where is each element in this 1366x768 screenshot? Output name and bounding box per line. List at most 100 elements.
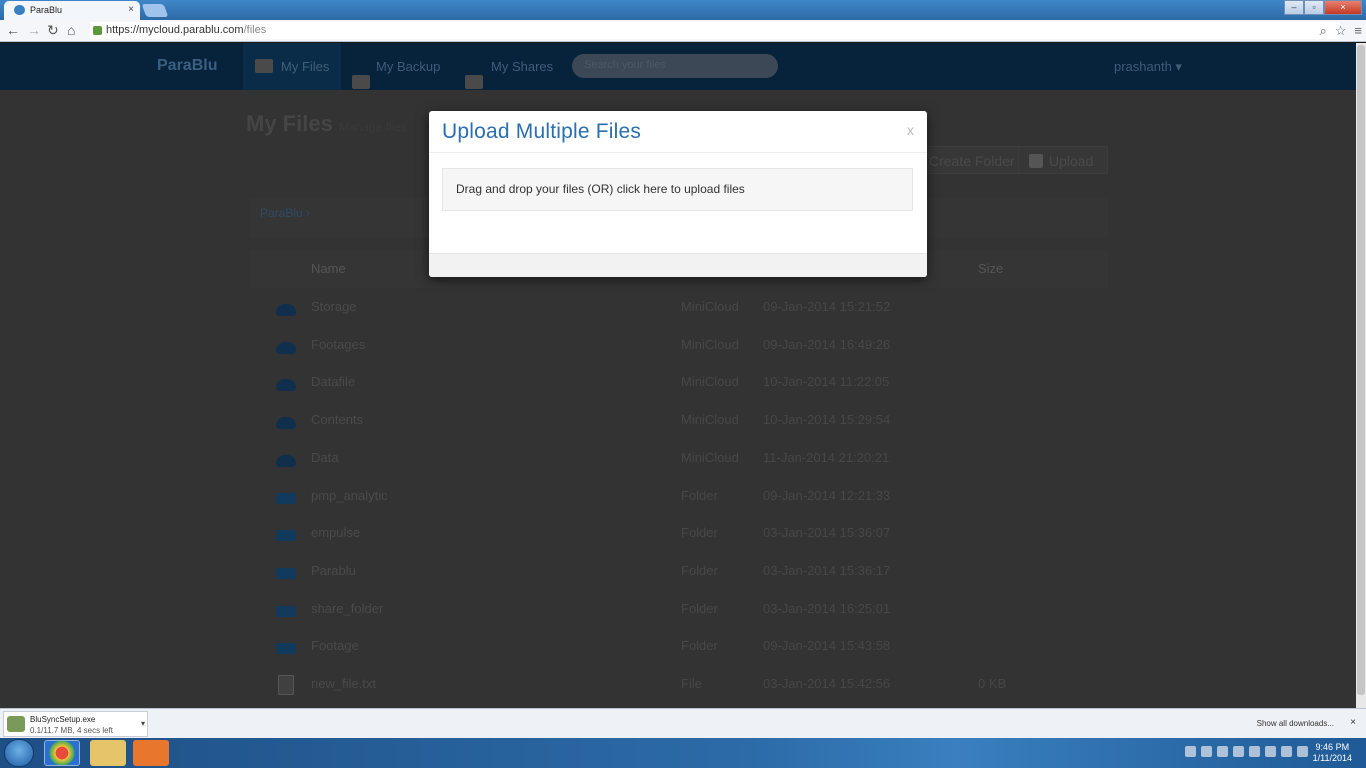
media-player-icon[interactable] <box>133 740 169 766</box>
file-icon <box>278 675 294 695</box>
column-name[interactable]: Name <box>311 261 346 276</box>
upload-label: Upload <box>1049 153 1094 169</box>
brand-logo[interactable]: ParaBlu <box>157 57 217 75</box>
network-icon[interactable] <box>1281 746 1292 757</box>
tab-close-icon[interactable]: × <box>128 4 134 15</box>
table-row[interactable]: new_file.txt File 03-Jan-2014 15:42:56 0 KB <box>250 665 1108 702</box>
table-row[interactable]: empulse Folder 03-Jan-2014 15:36:07 <box>250 514 1108 551</box>
modal-title: Upload Multiple Files <box>442 120 642 143</box>
reload-icon[interactable]: ↻ <box>47 23 59 37</box>
download-bar: BluSyncSetup.exe 0.1/11.7 MB, 4 secs lef… <box>0 708 1366 738</box>
row-name[interactable]: Footage <box>311 638 359 653</box>
create-folder-button[interactable]: Create Folder <box>918 146 1026 174</box>
row-date: 09-Jan-2014 12:21:33 <box>763 487 891 503</box>
system-clock[interactable]: 9:46 PM 1/11/2014 <box>1313 742 1352 764</box>
table-row[interactable]: Datafile MiniCloud 10-Jan-2014 11:22:05 <box>250 363 1108 400</box>
row-name[interactable]: new_file.txt <box>311 676 376 691</box>
page-title: My Files Manage files <box>246 111 407 137</box>
cloud-icon <box>276 379 296 392</box>
nav-my-backup[interactable]: My Backup <box>352 59 441 89</box>
scrollbar-thumb[interactable] <box>1357 45 1365 695</box>
row-date: 03-Jan-2014 15:36:17 <box>763 562 891 578</box>
modal-close-button[interactable]: x <box>907 122 914 138</box>
nav-my-files[interactable]: My Files <box>243 43 342 90</box>
file-explorer-icon[interactable] <box>90 740 126 766</box>
folder-icon <box>276 643 296 655</box>
cloud-icon <box>276 341 296 354</box>
speaker-icon[interactable] <box>1249 746 1260 757</box>
browser-tab[interactable]: ParaBlu × <box>4 1 140 20</box>
breadcrumb-root[interactable]: ParaBlu › <box>260 206 310 220</box>
nav-label: My Files <box>281 59 330 74</box>
nav-my-shares[interactable]: My Shares <box>465 59 554 89</box>
modal-footer <box>429 253 927 277</box>
minimize-button[interactable]: – <box>1284 0 1304 15</box>
row-name[interactable]: Datafile <box>311 374 355 389</box>
create-folder-label: Create Folder <box>929 153 1015 169</box>
row-name[interactable]: Parablu <box>311 563 356 578</box>
row-date: 03-Jan-2014 15:36:07 <box>763 525 891 541</box>
page-scrollbar[interactable] <box>1356 43 1366 708</box>
new-tab-button[interactable] <box>141 4 169 17</box>
windows-taskbar: 9:46 PM 1/11/2014 <box>0 738 1366 768</box>
upload-modal: Upload Multiple Files x Drag and drop yo… <box>429 111 927 277</box>
user-menu[interactable]: prashanth ▾ <box>1114 59 1182 75</box>
row-type: Folder <box>681 562 718 578</box>
table-row[interactable]: Contents MiniCloud 10-Jan-2014 15:29:54 <box>250 401 1108 438</box>
row-name[interactable]: Contents <box>311 412 363 427</box>
forward-arrow-icon[interactable]: → <box>27 23 41 37</box>
tray-icon[interactable] <box>1265 746 1276 757</box>
row-type: MiniCloud <box>681 374 739 390</box>
close-window-button[interactable]: × <box>1324 0 1362 15</box>
table-row[interactable]: pmp_analytic Folder 09-Jan-2014 12:21:33 <box>250 477 1108 514</box>
start-button[interactable] <box>4 739 34 767</box>
modal-header: Upload Multiple Files x <box>429 111 927 153</box>
column-size[interactable]: Size <box>978 261 1003 276</box>
download-bar-close-icon[interactable]: × <box>1350 717 1356 728</box>
clock-date: 1/11/2014 <box>1312 753 1352 763</box>
upload-dropzone[interactable]: Drag and drop your files (OR) click here… <box>442 168 913 211</box>
row-type: MiniCloud <box>681 449 739 465</box>
row-name[interactable]: empulse <box>311 525 360 540</box>
bookmark-star-icon[interactable]: ☆ <box>1335 23 1347 39</box>
table-row[interactable]: Footage Folder 09-Jan-2014 15:43:58 <box>250 627 1108 664</box>
row-name[interactable]: Data <box>311 450 338 465</box>
table-row[interactable]: share_folder Folder 03-Jan-2014 16:25:01 <box>250 590 1108 627</box>
table-row[interactable]: Parablu Folder 03-Jan-2014 15:36:17 <box>250 552 1108 589</box>
dropdown-arrow-icon[interactable]: ▾ <box>141 718 145 729</box>
row-type: Folder <box>681 525 718 541</box>
table-row[interactable]: Storage MiniCloud 09-Jan-2014 15:21:52 <box>250 288 1108 325</box>
row-name[interactable]: Storage <box>311 299 357 314</box>
download-filename: BluSyncSetup.exe <box>30 715 96 724</box>
row-date: 10-Jan-2014 11:22:05 <box>763 374 890 390</box>
shares-icon <box>465 75 483 89</box>
menu-icon[interactable]: ≡ <box>1354 23 1362 39</box>
row-name[interactable]: share_folder <box>311 601 383 616</box>
row-type: Folder <box>681 600 718 616</box>
home-icon[interactable]: ⌂ <box>67 23 75 37</box>
address-bar[interactable]: https://mycloud.parablu.com/files <box>90 22 1340 39</box>
table-row[interactable]: Footages MiniCloud 09-Jan-2014 16:49:26 <box>250 326 1108 363</box>
table-row[interactable]: Data MiniCloud 11-Jan-2014 21:20:21 <box>250 439 1108 476</box>
show-all-downloads-link[interactable]: Show all downloads... <box>1257 719 1334 728</box>
tray-icon[interactable] <box>1217 746 1228 757</box>
upload-button[interactable]: Upload <box>1018 146 1108 174</box>
nav-label: My Backup <box>376 59 441 74</box>
tray-icon[interactable] <box>1233 746 1244 757</box>
back-arrow-icon[interactable]: ← <box>6 23 20 37</box>
row-name[interactable]: pmp_analytic <box>311 488 388 503</box>
tray-icon[interactable] <box>1185 746 1196 757</box>
maximize-button[interactable]: ▫ <box>1304 0 1324 15</box>
nav-label: My Shares <box>491 59 554 74</box>
tray-icon[interactable] <box>1201 746 1212 757</box>
download-item[interactable]: BluSyncSetup.exe 0.1/11.7 MB, 4 secs lef… <box>3 711 148 737</box>
row-date: 03-Jan-2014 15:42:56 <box>763 676 891 691</box>
row-name[interactable]: Footages <box>311 337 365 352</box>
folder-icon <box>276 605 296 617</box>
toolbar-right-icons: ⌕ ☆ ≡ <box>1319 23 1362 39</box>
search-input[interactable]: Search your files <box>572 54 778 78</box>
magnifier-icon[interactable]: ⌕ <box>1319 23 1326 39</box>
backup-icon <box>352 75 370 89</box>
chrome-icon[interactable] <box>44 740 80 766</box>
volume-icon[interactable] <box>1297 746 1308 757</box>
